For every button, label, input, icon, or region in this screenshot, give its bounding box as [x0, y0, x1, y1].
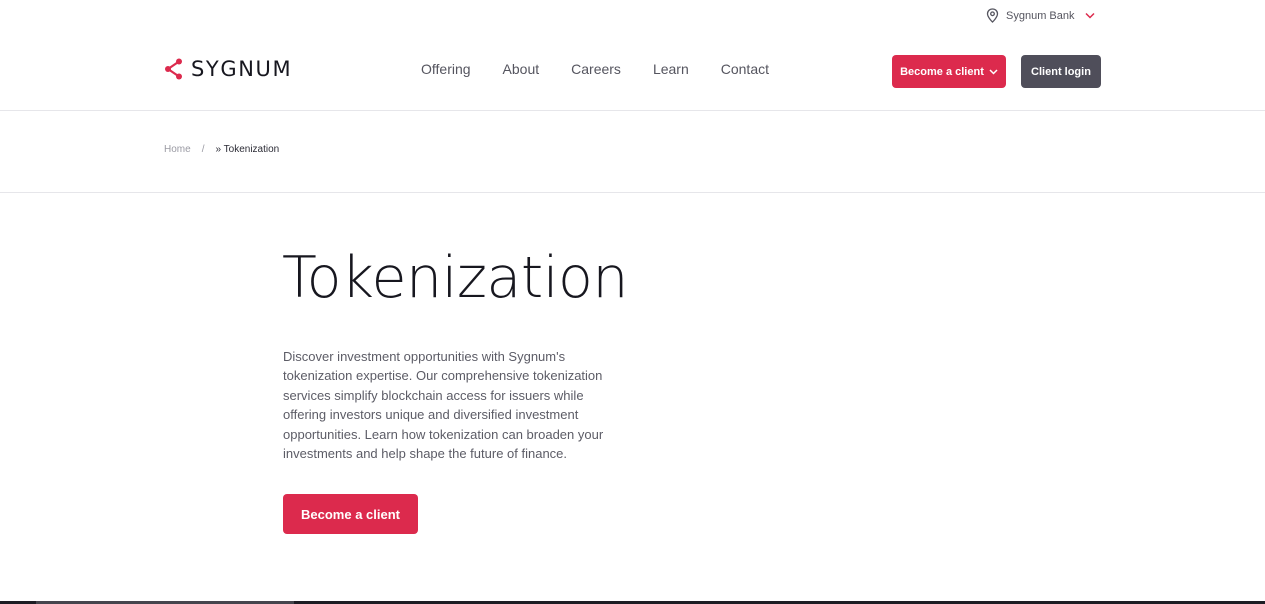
- hero-description: Discover investment opportunities with S…: [283, 349, 604, 462]
- become-client-dropdown-button[interactable]: Become a client: [892, 55, 1006, 88]
- become-client-button[interactable]: Become a client: [283, 494, 418, 534]
- main-header: SYGNUM Offering About Careers Learn Cont…: [0, 30, 1265, 111]
- client-login-button[interactable]: Client login: [1021, 55, 1101, 88]
- breadcrumb-separator: /: [201, 144, 205, 155]
- location-pin-icon: [986, 8, 999, 23]
- primary-menu: Offering About Careers Learn Contact: [421, 61, 769, 77]
- become-client-label: Become a client: [900, 65, 984, 78]
- nav-careers[interactable]: Careers: [571, 61, 621, 77]
- breadcrumb-current: » Tokenization: [215, 144, 280, 155]
- nav-learn[interactable]: Learn: [653, 61, 689, 77]
- nav-offering[interactable]: Offering: [421, 61, 471, 77]
- region-label: Sygnum Bank: [1006, 9, 1075, 22]
- breadcrumb-home-link[interactable]: Home: [164, 144, 191, 155]
- page-title: Tokenization: [282, 245, 629, 311]
- share-nodes-icon: [165, 58, 182, 80]
- logo-wordmark: SYGNUM: [191, 57, 293, 81]
- chevron-down-icon: [1085, 12, 1096, 19]
- nav-about[interactable]: About: [503, 61, 540, 77]
- nav-contact[interactable]: Contact: [721, 61, 769, 77]
- utility-bar: Sygnum Bank: [0, 0, 1265, 30]
- breadcrumb-band: Home / » Tokenization: [0, 111, 1265, 193]
- breadcrumb: Home / » Tokenization: [164, 144, 279, 155]
- chevron-down-icon: [989, 68, 998, 75]
- region-selector[interactable]: Sygnum Bank: [986, 8, 1096, 23]
- sygnum-logo[interactable]: SYGNUM: [164, 57, 292, 81]
